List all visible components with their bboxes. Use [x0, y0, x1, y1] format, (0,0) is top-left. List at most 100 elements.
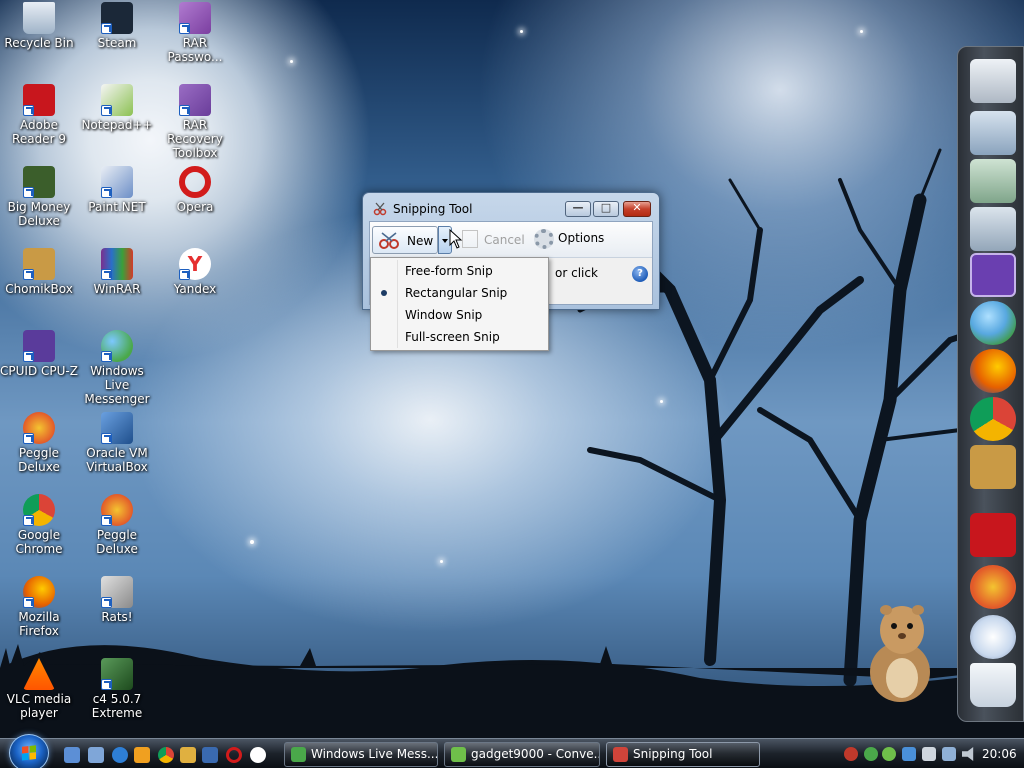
new-snip-button[interactable]: New — [372, 226, 438, 254]
desktop-icon-recycle-bin[interactable]: Recycle Bin — [0, 2, 79, 50]
adobe-reader-icon — [23, 84, 55, 116]
dock-adobe-reader-icon[interactable] — [970, 513, 1016, 557]
dock-folder-icon[interactable] — [970, 111, 1016, 155]
menu-item-rectangular-snip[interactable]: Rectangular Snip — [373, 282, 546, 304]
dock-chomikbox-icon[interactable] — [970, 445, 1016, 489]
internet-explorer-icon[interactable] — [112, 747, 128, 763]
desktop-icon-rar-password[interactable]: RAR Passwo... — [155, 2, 235, 64]
folder-icon[interactable] — [180, 747, 196, 763]
media-player-icon[interactable] — [134, 747, 150, 763]
desktop-icon-vlc[interactable]: VLC media player — [0, 658, 79, 720]
taskbar-button-messenger[interactable]: Windows Live Mess... — [284, 742, 438, 767]
close-icon: ✕ — [632, 201, 642, 214]
messenger-status-icon[interactable] — [864, 747, 878, 761]
help-icon[interactable]: ? — [632, 266, 648, 282]
vlc-cone-icon — [23, 658, 55, 690]
desktop-icon-label: WinRAR — [93, 282, 141, 296]
desktop-icon-rar-recovery[interactable]: RAR Recovery Toolbox — [155, 84, 235, 160]
security-shield-icon[interactable] — [844, 747, 858, 761]
desktop-icon-firefox[interactable]: Mozilla Firefox — [0, 576, 79, 638]
taskbar-button-label: Snipping Tool — [633, 747, 713, 761]
dock-paint-icon[interactable] — [970, 615, 1016, 659]
desktop-icon-cpuz[interactable]: CPUID CPU-Z — [0, 330, 79, 378]
new-snip-icon — [379, 232, 399, 249]
cpu-z-icon — [23, 330, 55, 362]
desktop-icon-steam[interactable]: Steam — [77, 2, 157, 50]
window-titlebar[interactable]: Snipping Tool — □ ✕ — [363, 193, 659, 223]
dock-recycle-bin-icon[interactable] — [970, 663, 1016, 707]
image-icon[interactable] — [922, 747, 936, 761]
chat-icon[interactable] — [902, 747, 916, 761]
star — [520, 30, 523, 33]
desktop-icon-label: RAR Recovery Toolbox — [167, 118, 223, 160]
show-desktop-icon[interactable] — [64, 747, 80, 763]
peggle-icon — [101, 494, 133, 526]
desktop-icon-winrar[interactable]: WinRAR — [77, 248, 157, 296]
menu-item-full-screen-snip[interactable]: Full-screen Snip — [373, 326, 546, 348]
desktop-icon-label: Yandex — [173, 282, 217, 296]
chomikbox-icon — [23, 248, 55, 280]
hamster-figure — [870, 605, 930, 702]
taskbar-button-gadget9000[interactable]: gadget9000 - Conve... — [444, 742, 600, 767]
desktop-icon-label: c4 5.0.7 Extreme — [91, 692, 143, 720]
chrome-icon[interactable] — [158, 747, 174, 763]
taskbar-button-snipping-tool[interactable]: Snipping Tool — [606, 742, 760, 767]
winrar-icon — [101, 248, 133, 280]
desktop-icon-peggle-2[interactable]: Peggle Deluxe — [77, 494, 157, 556]
desktop-icon-label: Recycle Bin — [4, 36, 74, 50]
minimize-icon: — — [572, 201, 584, 214]
desktop-icon-big-money[interactable]: Big Money Deluxe — [0, 166, 79, 228]
desktop-icon-label: VLC media player — [6, 692, 72, 720]
rats-icon — [101, 576, 133, 608]
desktop-icon-label: Rats! — [101, 610, 133, 624]
desktop-icon-c4[interactable]: c4 5.0.7 Extreme — [77, 658, 157, 720]
star — [250, 540, 254, 544]
yandex-icon[interactable] — [250, 747, 266, 763]
desktop-icon-messenger[interactable]: Windows Live Messenger — [77, 330, 157, 406]
opera-icon — [179, 166, 211, 198]
dock-messenger-icon[interactable] — [970, 301, 1016, 345]
menu-item-window-snip[interactable]: Window Snip — [373, 304, 546, 326]
clock[interactable]: 20:06 — [982, 747, 1017, 761]
dock-chrome-icon[interactable] — [970, 397, 1016, 441]
scissors-icon — [613, 747, 628, 762]
desktop-icon-rats[interactable]: Rats! — [77, 576, 157, 624]
desktop-icon-notepadpp[interactable]: Notepad++ — [77, 84, 157, 132]
desktop-icon-yandex[interactable]: Y Yandex — [155, 248, 235, 296]
taskbar-button-label: gadget9000 - Conve... — [471, 747, 600, 761]
start-button[interactable] — [9, 734, 49, 768]
dock-folder-documents-icon[interactable] — [970, 207, 1016, 251]
virtualbox-icon — [101, 412, 133, 444]
dock-cpu-z-icon[interactable] — [970, 253, 1016, 297]
desktop-icon-chrome[interactable]: Google Chrome — [0, 494, 79, 556]
paint-net-icon — [101, 166, 133, 198]
cancel-button[interactable]: Cancel — [484, 233, 525, 247]
rar-password-icon — [179, 2, 211, 34]
minimize-button[interactable]: — — [565, 201, 591, 217]
star — [860, 30, 863, 33]
dock-peggle-icon[interactable] — [970, 565, 1016, 609]
opera-icon[interactable] — [226, 747, 242, 763]
messenger-alt-icon[interactable] — [882, 747, 896, 761]
menu-item-free-form-snip[interactable]: Free-form Snip — [373, 260, 546, 282]
maximize-button[interactable]: □ — [593, 201, 619, 217]
dock-firefox-icon[interactable] — [970, 349, 1016, 393]
network-icon[interactable] — [942, 747, 956, 761]
taskbar-button-label: Windows Live Mess... — [311, 747, 438, 761]
dock-computer-icon[interactable] — [970, 59, 1016, 103]
dock-folder-green-icon[interactable] — [970, 159, 1016, 203]
menu-item-label: Window Snip — [405, 308, 483, 322]
desktop-icon-paintnet[interactable]: Paint.NET — [77, 166, 157, 214]
volume-icon[interactable] — [962, 747, 974, 761]
desktop-icon-opera[interactable]: Opera — [155, 166, 235, 214]
close-button[interactable]: ✕ — [623, 201, 651, 217]
desktop-icon-virtualbox[interactable]: Oracle VM VirtualBox — [77, 412, 157, 474]
options-button[interactable]: Options — [558, 231, 604, 245]
system-tray: 20:06 — [836, 741, 1024, 767]
firefox-icon — [23, 576, 55, 608]
desktop-icon-chomikbox[interactable]: ChomikBox — [0, 248, 79, 296]
virtualbox-icon[interactable] — [202, 747, 218, 763]
desktop-icon-adobe-reader[interactable]: Adobe Reader 9 — [0, 84, 79, 146]
desktop-icon-peggle[interactable]: Peggle Deluxe — [0, 412, 79, 474]
switch-windows-icon[interactable] — [88, 747, 104, 763]
